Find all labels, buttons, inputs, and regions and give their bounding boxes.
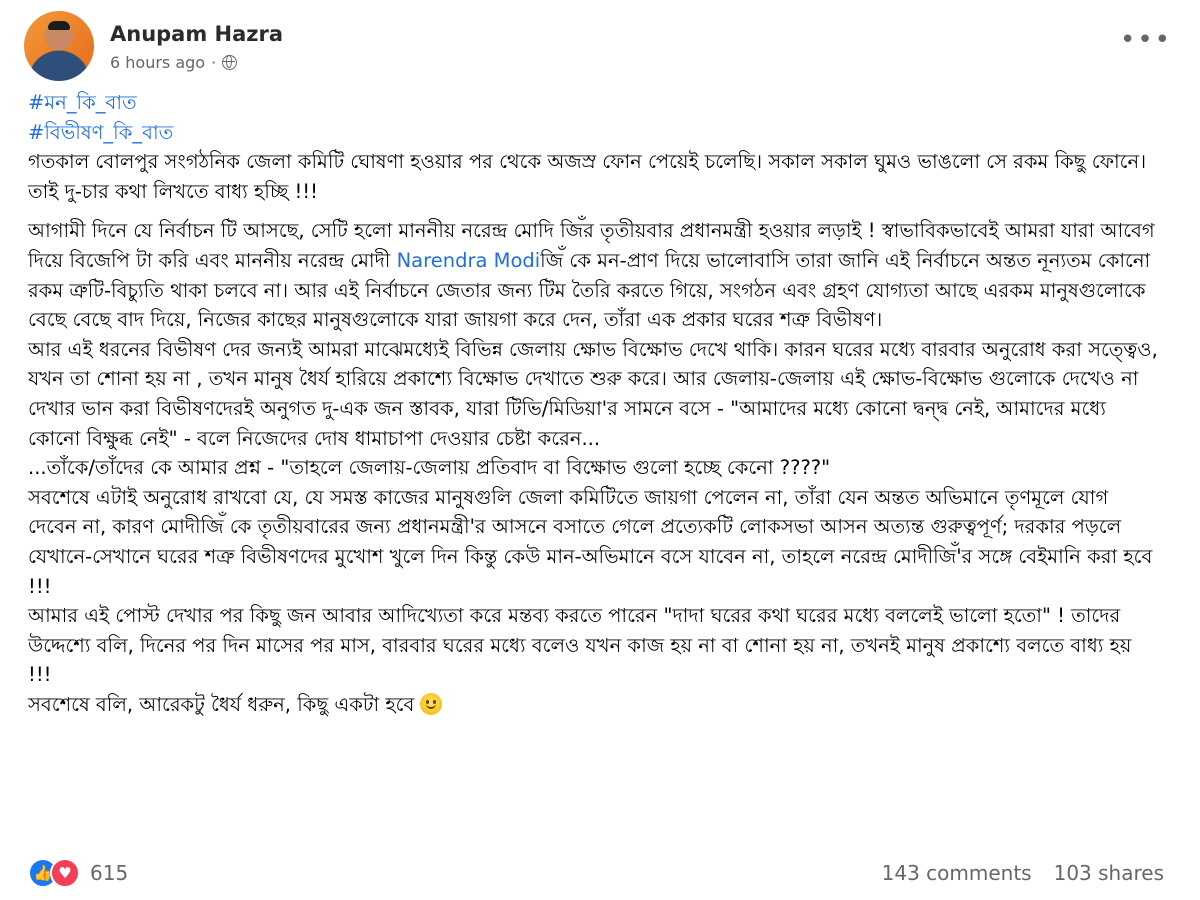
post-body: #মন_কি_বাত #বিভীষণ_কি_বাত গতকাল বোলপুর স… xyxy=(28,88,1158,719)
post-paragraph: গতকাল বোলপুর সংগঠনিক জেলা কমিটি ঘোষণা হও… xyxy=(28,150,1147,203)
paragraph-text: সবশেষে বলি, আরেকটু ধৈর্য ধরুন, কিছু একটা… xyxy=(28,692,415,716)
separator-dot: · xyxy=(211,52,217,72)
post-paragraph: ...তাঁকে/তাঁদের কে আমার প্রশ্ন - "তাহলে … xyxy=(28,456,831,480)
post-header: Anupam Hazra 6 hours ago · xyxy=(24,11,283,81)
hashtag-link[interactable]: #বিভীষণ_কি_বাত xyxy=(28,118,1158,148)
more-options-icon[interactable]: ••• xyxy=(1120,27,1172,53)
timestamp-row: 6 hours ago · xyxy=(110,53,283,72)
timestamp[interactable]: 6 hours ago xyxy=(110,53,205,72)
post-paragraph: আর এই ধরনের বিভীষণ দের জন্যই আমরা মাঝেমধ… xyxy=(28,337,1158,450)
post-paragraph: আগামী দিনে যে নির্বাচন টি আসছে, সেটি হলো… xyxy=(28,216,1158,334)
comments-link[interactable]: 143 comments xyxy=(882,861,1032,885)
smile-emoji-icon xyxy=(420,692,443,715)
post-meta: Anupam Hazra 6 hours ago · xyxy=(110,21,283,72)
engagement-stats: 143 comments 103 shares xyxy=(882,861,1164,885)
facebook-post: Anupam Hazra 6 hours ago · ••• #মন_কি_বা… xyxy=(0,0,1200,900)
post-paragraph: সবশেষে বলি, আরেকটু ধৈর্য ধরুন, কিছু একটা… xyxy=(28,690,1158,720)
author-name[interactable]: Anupam Hazra xyxy=(110,21,283,47)
reactions-summary[interactable]: 👍 ♥ 615 xyxy=(28,858,128,888)
love-icon: ♥ xyxy=(50,858,80,888)
reaction-count: 615 xyxy=(90,861,129,885)
mention-link[interactable]: Narendra Modi xyxy=(397,249,541,272)
post-paragraph: সবশেষে এটাই অনুরোধ রাখবো যে, যে সমস্ত কা… xyxy=(28,485,1153,598)
avatar[interactable] xyxy=(24,11,94,81)
post-paragraph: আমার এই পোস্ট দেখার পর কিছু জন আবার আদিখ… xyxy=(28,604,1132,687)
shares-link[interactable]: 103 shares xyxy=(1054,861,1164,885)
globe-icon[interactable] xyxy=(222,54,238,70)
hashtag-link[interactable]: #মন_কি_বাত xyxy=(28,88,1158,118)
post-footer: 👍 ♥ 615 143 comments 103 shares xyxy=(28,856,1164,890)
